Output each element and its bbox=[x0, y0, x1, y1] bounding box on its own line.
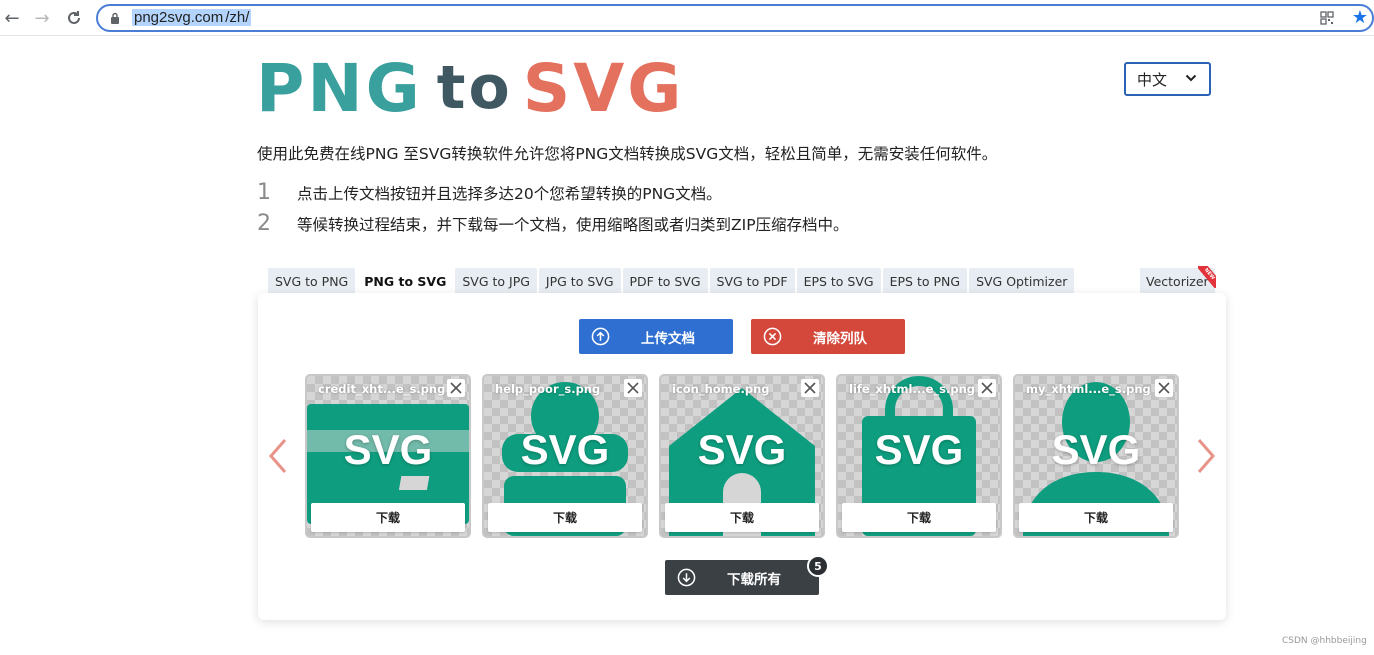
svg-preview-label: SVG bbox=[1051, 426, 1141, 473]
address-bar[interactable]: png2svg.com/zh/ ★ bbox=[96, 4, 1374, 32]
url-domain: png2svg.com bbox=[133, 9, 225, 26]
tab-svg-to-png[interactable]: SVG to PNG bbox=[268, 268, 356, 294]
close-icon[interactable] bbox=[624, 379, 642, 397]
site-logo[interactable]: PNG to SVG bbox=[256, 50, 684, 127]
close-icon[interactable] bbox=[447, 379, 465, 397]
logo-png-text: PNG bbox=[256, 49, 423, 127]
close-icon[interactable] bbox=[801, 379, 819, 397]
clear-queue-button[interactable]: 清除列队 bbox=[751, 319, 905, 354]
logo-to-text: to bbox=[436, 53, 513, 123]
lock-icon bbox=[111, 12, 119, 24]
step-text: 点击上传文档按钮并且选择多达20个您希望转换的PNG文档。 bbox=[297, 184, 722, 203]
step-item: 2 等候转换过程结束，并下载每一个文档，使用缩略图或者归类到ZIP压缩存档中。 bbox=[257, 211, 849, 236]
step-item: 1 点击上传文档按钮并且选择多达20个您希望转换的PNG文档。 bbox=[257, 180, 722, 205]
chevron-left-icon[interactable] bbox=[268, 438, 288, 474]
download-button[interactable]: 下载 bbox=[1019, 503, 1173, 532]
file-name: credit_xht...e_s.png bbox=[318, 382, 446, 396]
tab-svg-to-jpg[interactable]: SVG to JPG bbox=[455, 268, 537, 294]
file-count-badge: 5 bbox=[807, 555, 829, 577]
converter-tabs: SVG to PNG PNG to SVG SVG to JPG JPG to … bbox=[268, 268, 1075, 294]
file-name: my_xhtml...e_s.png bbox=[1026, 382, 1151, 396]
upload-files-button[interactable]: 上传文档 bbox=[579, 319, 733, 354]
file-name: icon_home.png bbox=[672, 382, 770, 396]
language-select[interactable]: 中文 bbox=[1124, 62, 1211, 96]
svg-preview-label: SVG bbox=[343, 426, 433, 473]
tab-eps-to-svg[interactable]: EPS to SVG bbox=[796, 268, 881, 294]
new-ribbon-text: NEW bbox=[1198, 266, 1216, 288]
download-button[interactable]: 下载 bbox=[842, 503, 996, 532]
close-icon[interactable] bbox=[1155, 379, 1173, 397]
download-button[interactable]: 下载 bbox=[488, 503, 642, 532]
download-all-button[interactable]: 下载所有 bbox=[665, 560, 819, 595]
file-card: credit_xht...e_s.png SVG 下载 bbox=[307, 376, 469, 536]
reload-icon[interactable] bbox=[62, 6, 86, 30]
back-arrow-icon[interactable]: ← bbox=[0, 6, 24, 30]
bookmark-star-icon[interactable]: ★ bbox=[1352, 7, 1368, 28]
chevron-down-icon bbox=[1185, 74, 1197, 82]
file-card: life_xhtml...e_s.png SVG 下载 bbox=[838, 376, 1000, 536]
download-button[interactable]: 下载 bbox=[311, 503, 465, 532]
svg-preview-label: SVG bbox=[697, 426, 787, 473]
new-ribbon: NEW bbox=[1198, 266, 1216, 288]
file-card: my_xhtml...e_s.png SVG 下载 bbox=[1015, 376, 1177, 536]
qr-code-icon[interactable] bbox=[1320, 11, 1334, 25]
file-card: help_poor_s.png SVG 下载 bbox=[484, 376, 646, 536]
browser-toolbar: ← → png2svg.com/zh/ ★ bbox=[0, 0, 1374, 36]
download-button[interactable]: 下载 bbox=[665, 503, 819, 532]
url-text: png2svg.com/zh/ bbox=[132, 9, 252, 26]
step-number: 2 bbox=[257, 211, 271, 236]
tab-png-to-svg[interactable]: PNG to SVG bbox=[357, 268, 454, 294]
svg-preview-label: SVG bbox=[874, 426, 964, 473]
tab-pdf-to-svg[interactable]: PDF to SVG bbox=[622, 268, 708, 294]
intro-text: 使用此免费在线PNG 至SVG转换软件允许您将PNG文档转换成SVG文档，轻松且… bbox=[257, 145, 998, 163]
clear-queue-label: 清除列队 bbox=[813, 330, 867, 347]
tab-eps-to-png[interactable]: EPS to PNG bbox=[882, 268, 968, 294]
tab-svg-to-pdf[interactable]: SVG to PDF bbox=[709, 268, 795, 294]
language-select-value: 中文 bbox=[1137, 70, 1168, 89]
watermark-text: CSDN @hhbbeijing bbox=[1282, 636, 1367, 646]
url-path: /zh/ bbox=[224, 9, 251, 26]
forward-arrow-icon[interactable]: → bbox=[30, 6, 54, 30]
chevron-right-icon[interactable] bbox=[1196, 438, 1216, 474]
file-name: help_poor_s.png bbox=[495, 382, 601, 396]
tab-svg-optimizer[interactable]: SVG Optimizer bbox=[969, 268, 1075, 294]
step-text: 等候转换过程结束，并下载每一个文档，使用缩略图或者归类到ZIP压缩存档中。 bbox=[297, 215, 849, 234]
step-number: 1 bbox=[257, 180, 271, 205]
svg-preview-label: SVG bbox=[520, 426, 610, 473]
download-all-label: 下载所有 bbox=[727, 571, 781, 588]
file-name: life_xhtml...e_s.png bbox=[849, 382, 975, 396]
file-card: icon_home.png SVG 下载 bbox=[661, 376, 823, 536]
logo-svg-text: SVG bbox=[522, 49, 685, 127]
tab-jpg-to-svg[interactable]: JPG to SVG bbox=[538, 268, 621, 294]
upload-files-label: 上传文档 bbox=[641, 330, 695, 347]
close-icon[interactable] bbox=[978, 379, 996, 397]
converter-panel: 上传文档 清除列队 credit_xht...e_s.png SVG 下载 he… bbox=[258, 293, 1226, 620]
